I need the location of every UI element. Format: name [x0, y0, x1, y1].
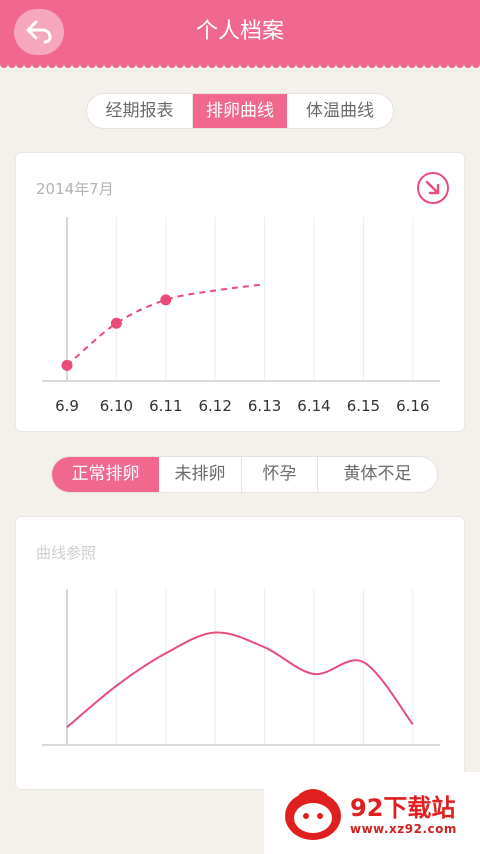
watermark-url: www.xz92.com — [350, 822, 457, 836]
tab-luteal-deficiency[interactable]: 黄体不足 — [318, 457, 437, 492]
curve-mode-tab-bar: 正常排卵 未排卵 怀孕 黄体不足 — [51, 456, 438, 493]
x-tick-label: 6.9 — [55, 397, 79, 415]
x-tick-label: 6.12 — [198, 397, 231, 415]
ovulation-chart-card: 2014年7月 6.9 6.10 6.11 6.12 6.13 6.14 6.15 6.16 — [15, 152, 465, 432]
x-tick-label: 6.14 — [297, 397, 330, 415]
data-point — [160, 294, 172, 306]
ovulation-chart: 6.9 6.10 6.11 6.12 6.13 6.14 6.15 6.16 — [42, 217, 440, 415]
x-tick-label: 6.16 — [396, 397, 429, 415]
series-line — [66, 631, 414, 729]
top-tab-bar: 经期报表 排卵曲线 体温曲线 — [86, 93, 394, 129]
x-tick-label: 6.10 — [100, 397, 133, 415]
reference-curve-card: 曲线参照 — [15, 516, 465, 790]
tab-ovulation-curve[interactable]: 排卵曲线 — [193, 94, 287, 128]
page-title: 个人档案 — [195, 19, 284, 44]
x-tick-label: 6.15 — [347, 397, 380, 415]
watermark-name: 92下载站 — [350, 794, 456, 822]
x-tick-label: 6.13 — [248, 397, 281, 415]
tab-temperature-curve[interactable]: 体温曲线 — [287, 94, 393, 128]
x-tick-label: 6.11 — [149, 397, 182, 415]
tab-pregnant[interactable]: 怀孕 — [242, 457, 318, 492]
watermark: 92下载站 www.xz92.com — [264, 772, 480, 854]
tab-period-report[interactable]: 经期报表 — [87, 94, 193, 128]
watermark-logo-icon — [285, 789, 341, 840]
header-scallop-edge — [0, 62, 480, 72]
reference-chart — [42, 589, 440, 746]
tab-no-ovulation[interactable]: 未排卵 — [159, 457, 242, 492]
tab-normal-ovulation[interactable]: 正常排卵 — [52, 457, 159, 492]
app-header: 个人档案 — [0, 0, 480, 64]
